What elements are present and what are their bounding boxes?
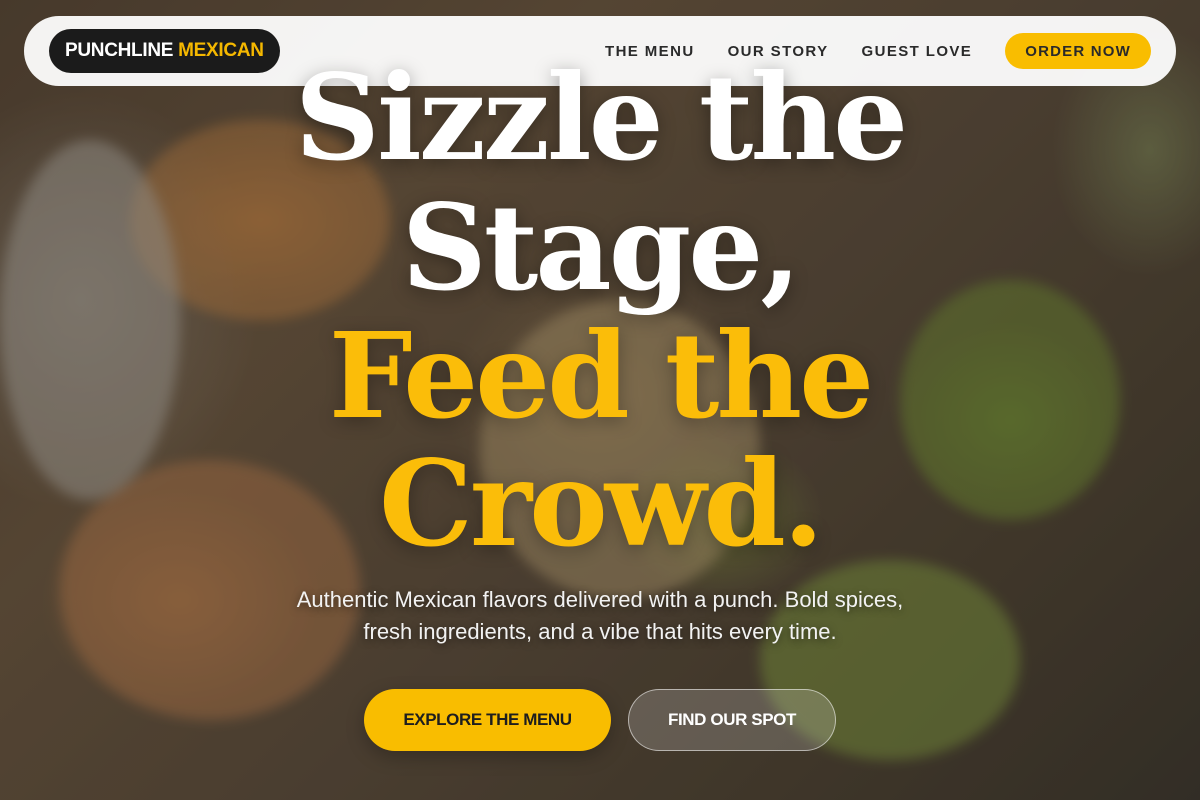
headline-line-1: Sizzle the [294,48,908,187]
headline-line-2: Stage, [401,178,802,317]
find-our-spot-button[interactable]: FIND OUR SPOT [628,689,836,751]
explore-menu-button[interactable]: EXPLORE THE MENU [364,689,611,751]
headline-line-4: Crowd. [379,434,824,573]
headline-line-3: Feed the [328,306,874,445]
hero-section: PUNCHLINE MEXICAN THE MENU OUR STORY GUE… [0,0,1200,800]
hero-subtext: Authentic Mexican flavors delivered with… [296,587,904,644]
